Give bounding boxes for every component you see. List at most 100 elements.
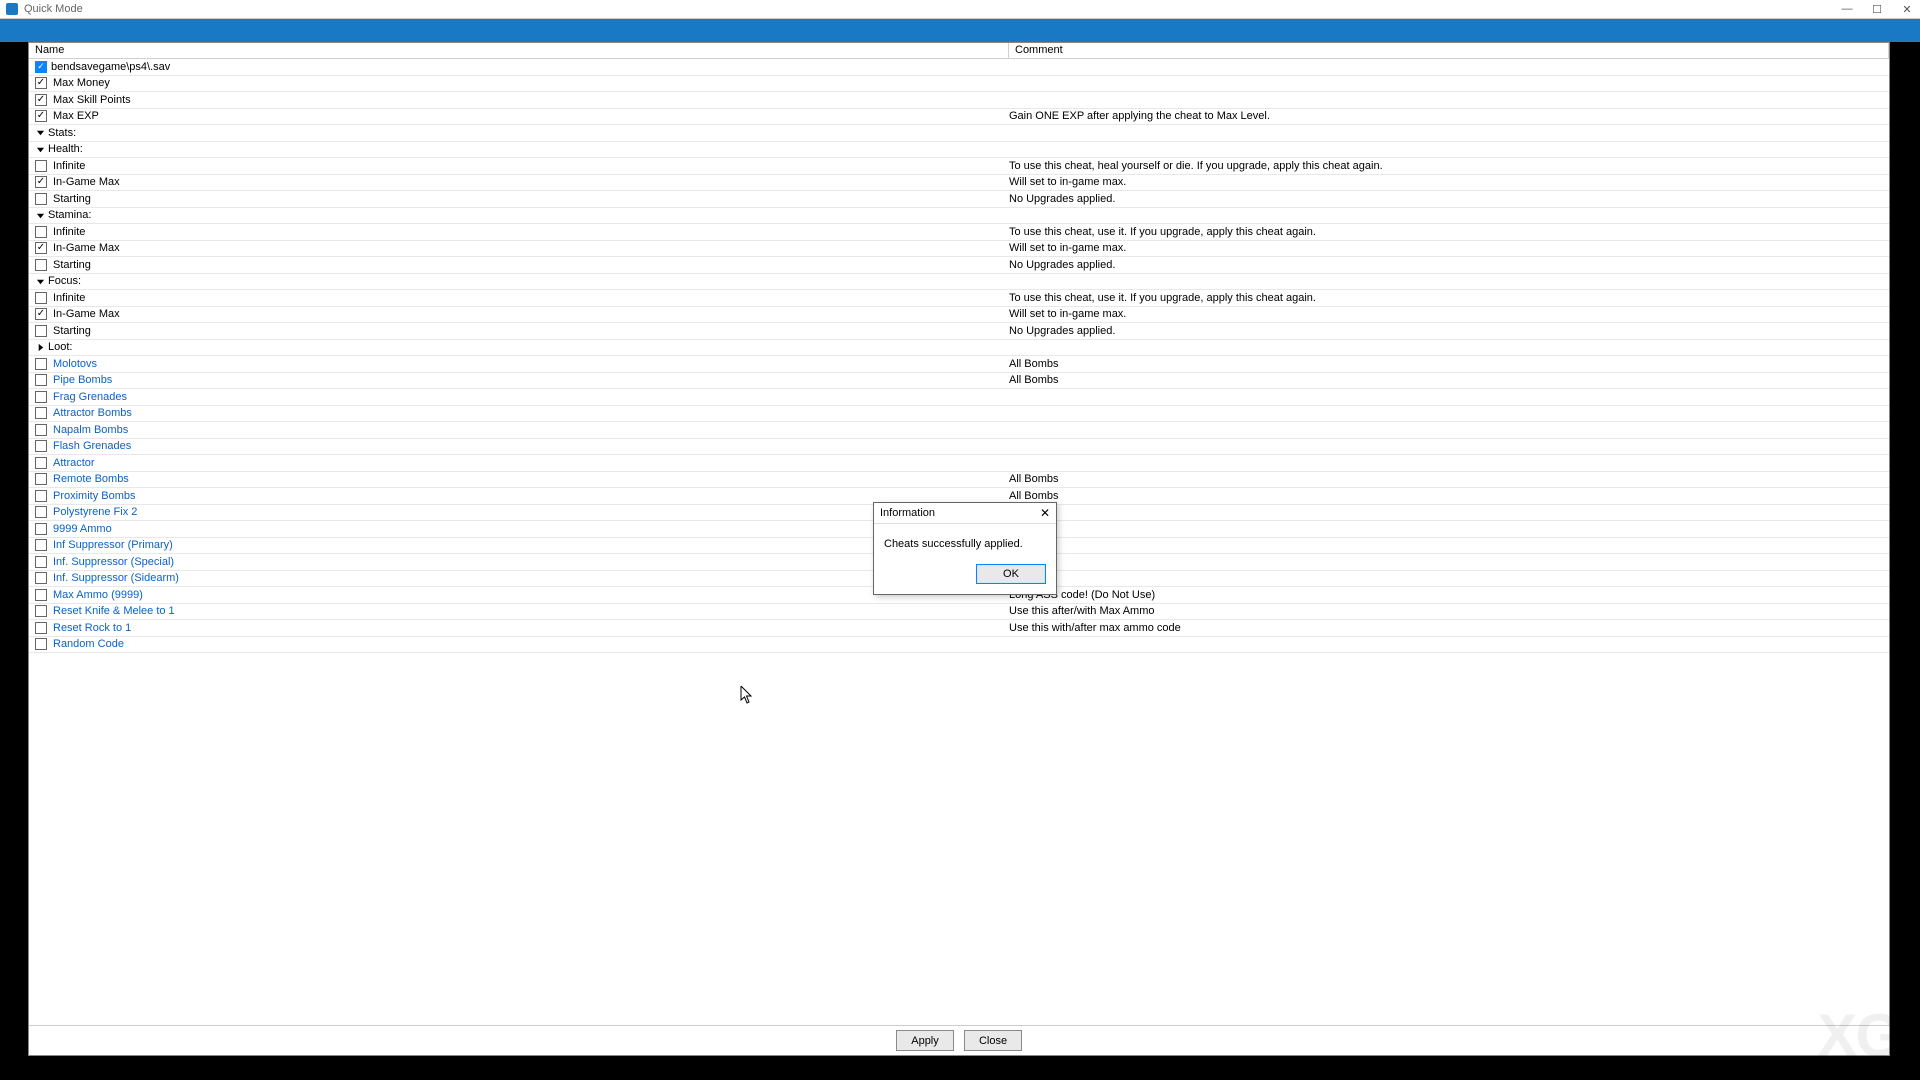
row-label: Infinite [53,226,85,238]
tree-row[interactable]: Reset Knife & Melee to 1Use this after/w… [29,604,1889,621]
checkbox[interactable] [35,226,47,238]
row-label: Focus: [48,275,81,287]
tree-row[interactable]: Napalm Bombs [29,422,1889,439]
checkbox[interactable] [35,589,47,601]
row-label: Attractor [53,457,95,469]
row-comment: Will set to in-game max. [1009,176,1889,188]
close-button[interactable]: Close [964,1030,1022,1051]
checkbox[interactable] [35,506,47,518]
row-label: Max EXP [53,110,99,122]
row-label: Inf. Suppressor (Sidearm) [53,572,179,584]
row-comment: Will set to in-game max. [1009,308,1889,320]
tree-row[interactable]: Attractor [29,455,1889,472]
checkbox[interactable] [35,440,47,452]
checkbox[interactable] [35,160,47,172]
checkbox[interactable] [35,176,47,188]
bottom-bar: Apply Close [29,1025,1889,1055]
tree-row[interactable]: In-Game MaxWill set to in-game max. [29,241,1889,258]
row-label: Random Code [53,638,124,650]
ok-button[interactable]: OK [976,564,1046,584]
tree-row[interactable]: Attractor Bombs [29,406,1889,423]
checkbox[interactable] [35,77,47,89]
tree-row[interactable]: Loot: [29,340,1889,357]
row-label: Inf. Suppressor (Special) [53,556,174,568]
row-label: Max Money [53,77,110,89]
row-label: Starting [53,325,91,337]
tree-row[interactable]: InfiniteTo use this cheat, use it. If yo… [29,290,1889,307]
checkbox[interactable] [35,556,47,568]
checkbox[interactable] [35,391,47,403]
chevron-down-icon[interactable] [35,210,45,220]
checkbox[interactable] [35,523,47,535]
tree-row[interactable]: Flash Grenades [29,439,1889,456]
checkbox[interactable] [35,572,47,584]
row-label: Starting [53,193,91,205]
checkbox[interactable] [35,94,47,106]
checkbox[interactable] [35,490,47,502]
tree-row[interactable]: Reset Rock to 1Use this with/after max a… [29,620,1889,637]
tree-row[interactable]: Focus: [29,274,1889,291]
dialog-titlebar: Information ✕ [874,503,1056,524]
tree-row[interactable]: InfiniteTo use this cheat, heal yourself… [29,158,1889,175]
checkbox[interactable] [35,358,47,370]
row-label: In-Game Max [53,176,120,188]
checkbox[interactable] [35,539,47,551]
checkbox[interactable] [35,110,47,122]
checkbox[interactable] [35,622,47,634]
tree-root-row[interactable]: bendsavegame\ps4\.sav [29,59,1889,76]
row-comment: Gain ONE EXP after applying the cheat to… [1009,110,1889,122]
tree-row[interactable]: Stamina: [29,208,1889,225]
column-name[interactable]: Name [29,43,1009,58]
tree-row[interactable]: Frag Grenades [29,389,1889,406]
root-check-icon[interactable] [35,61,47,73]
tree-row[interactable]: StartingNo Upgrades applied. [29,323,1889,340]
tree-row[interactable]: Max EXP Gain ONE EXP after applying the c… [29,109,1889,126]
row-label: Stamina: [48,209,91,221]
chevron-down-icon[interactable] [35,276,45,286]
checkbox[interactable] [35,374,47,386]
checkbox[interactable] [35,308,47,320]
checkbox[interactable] [35,292,47,304]
maximize-button[interactable]: ☐ [1870,3,1884,16]
row-label: Stats: [48,127,76,139]
apply-button[interactable]: Apply [896,1030,954,1051]
checkbox[interactable] [35,259,47,271]
tree-row[interactable]: Random Code [29,637,1889,654]
row-comment: No Upgrades applied. [1009,259,1889,271]
watermark: XG [1817,1001,1900,1070]
chevron-right-icon[interactable] [35,342,45,352]
tree-row[interactable]: InfiniteTo use this cheat, use it. If yo… [29,224,1889,241]
tree-row[interactable]: Health: [29,142,1889,159]
checkbox[interactable] [35,407,47,419]
checkbox[interactable] [35,605,47,617]
tree-row[interactable]: StartingNo Upgrades applied. [29,191,1889,208]
row-label: Flash Grenades [53,440,131,452]
row-label: In-Game Max [53,308,120,320]
checkbox[interactable] [35,193,47,205]
chevron-down-icon[interactable] [35,128,45,138]
tree-row[interactable]: Max Skill Points [29,92,1889,109]
tree-row[interactable]: Pipe BombsAll Bombs [29,373,1889,390]
row-label: Max Ammo (9999) [53,589,143,601]
tree-row[interactable]: In-Game Max Will set to in-game max. [29,175,1889,192]
tree-row[interactable]: Remote BombsAll Bombs [29,472,1889,489]
row-label: Remote Bombs [53,473,129,485]
tree-row[interactable]: MolotovsAll Bombs [29,356,1889,373]
minimize-button[interactable]: — [1840,3,1854,16]
checkbox[interactable] [35,638,47,650]
row-label: Molotovs [53,358,97,370]
tree-row[interactable]: StartingNo Upgrades applied. [29,257,1889,274]
close-window-button[interactable]: ✕ [1900,3,1914,16]
checkbox[interactable] [35,424,47,436]
checkbox[interactable] [35,473,47,485]
chevron-down-icon[interactable] [35,144,45,154]
checkbox[interactable] [35,325,47,337]
dialog-close-icon[interactable]: ✕ [1040,506,1050,520]
column-comment[interactable]: Comment [1009,43,1889,58]
checkbox[interactable] [35,242,47,254]
tree-row[interactable]: Max Money [29,76,1889,93]
checkbox[interactable] [35,457,47,469]
tree-row[interactable]: Stats: [29,125,1889,142]
tree-row[interactable]: In-Game Max Will set to in-game max. [29,307,1889,324]
root-label: bendsavegame\ps4\.sav [51,61,170,73]
